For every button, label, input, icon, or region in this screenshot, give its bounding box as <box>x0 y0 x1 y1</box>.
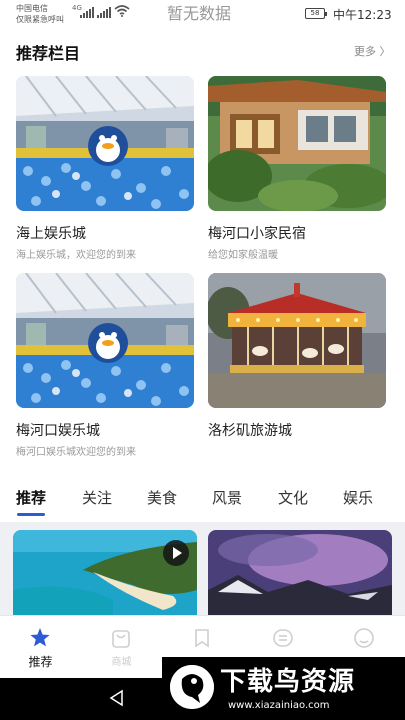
watermark: 下载鸟资源 www.xiazainiao.com <box>162 657 405 720</box>
nav-label: 商城 <box>111 657 132 668</box>
card-subtitle: 给您如家般温暖 <box>208 250 278 261</box>
tab-recommend[interactable]: 推荐 <box>16 487 46 508</box>
more-link[interactable]: 更多 〉 <box>354 43 391 59</box>
tab-follow[interactable]: 关注 <box>82 487 112 508</box>
watermark-url: www.xiazainiao.com <box>228 700 330 711</box>
card-image-carousel <box>208 273 386 408</box>
card-title: 梅河口娱乐城 <box>16 423 100 439</box>
carrier-name: 中国电信 <box>16 4 48 13</box>
recommend-card[interactable]: 洛杉矶旅游城 <box>208 273 386 439</box>
feed-image-card[interactable] <box>208 530 392 618</box>
play-icon[interactable] <box>163 540 189 566</box>
tab-entertainment[interactable]: 娱乐 <box>343 487 373 508</box>
tab-scenery[interactable]: 风景 <box>212 487 242 508</box>
status-bar: 中国电信 仅限紧急呼叫 4G 暂无数据 58 中午12:23 <box>0 0 405 28</box>
card-subtitle: 梅河口娱乐城欢迎您的到来 <box>16 447 136 458</box>
wifi-icon <box>114 5 130 17</box>
carrier-info: 中国电信 仅限紧急呼叫 <box>16 3 64 25</box>
signal-icon <box>80 7 94 18</box>
message-icon <box>273 629 293 647</box>
card-title: 洛杉矶旅游城 <box>208 423 292 439</box>
nav-item-recommend[interactable]: 推荐 <box>0 616 81 679</box>
category-tabs: 推荐 关注 美食 风景 文化 娱乐 <box>0 476 405 522</box>
card-subtitle: 海上娱乐城，欢迎您的到来 <box>16 250 136 261</box>
back-icon[interactable] <box>108 689 126 707</box>
watermark-logo-icon <box>170 665 214 709</box>
bookmark-icon <box>195 629 209 648</box>
recommend-card[interactable]: 海上娱乐城 海上娱乐城，欢迎您的到来 <box>16 76 194 261</box>
nav-item-shop[interactable]: 商城 <box>81 616 162 679</box>
profile-icon <box>354 628 374 648</box>
feed-video-card[interactable] <box>13 530 197 618</box>
recommend-section: 推荐栏目 更多 〉 海上娱乐城 海上娱乐城，欢迎您的到来 梅河口小家民宿 给您如… <box>0 28 405 476</box>
shop-bag-icon <box>112 630 130 648</box>
tab-food[interactable]: 美食 <box>147 487 177 508</box>
card-image-ball-pit <box>16 273 194 408</box>
section-title: 推荐栏目 <box>16 44 81 63</box>
status-title: 暂无数据 <box>167 4 232 23</box>
signal-icon-2 <box>97 7 111 18</box>
nav-label: 推荐 <box>28 655 53 669</box>
clock: 中午12:23 <box>333 8 392 22</box>
battery-icon: 58 <box>305 8 327 19</box>
active-tab-indicator <box>17 513 45 516</box>
star-icon <box>30 628 50 647</box>
watermark-text: 下载鸟资源 <box>220 667 356 697</box>
card-title: 梅河口小家民宿 <box>208 226 306 242</box>
tab-culture[interactable]: 文化 <box>278 487 308 508</box>
content-feed <box>0 522 405 618</box>
card-image-guesthouse <box>208 76 386 211</box>
emergency-only-text: 仅限紧急呼叫 <box>16 15 64 24</box>
card-image-ball-pit <box>16 76 194 211</box>
card-title: 海上娱乐城 <box>16 226 86 242</box>
recommend-card[interactable]: 梅河口娱乐城 梅河口娱乐城欢迎您的到来 <box>16 273 194 458</box>
recommend-card[interactable]: 梅河口小家民宿 给您如家般温暖 <box>208 76 386 261</box>
